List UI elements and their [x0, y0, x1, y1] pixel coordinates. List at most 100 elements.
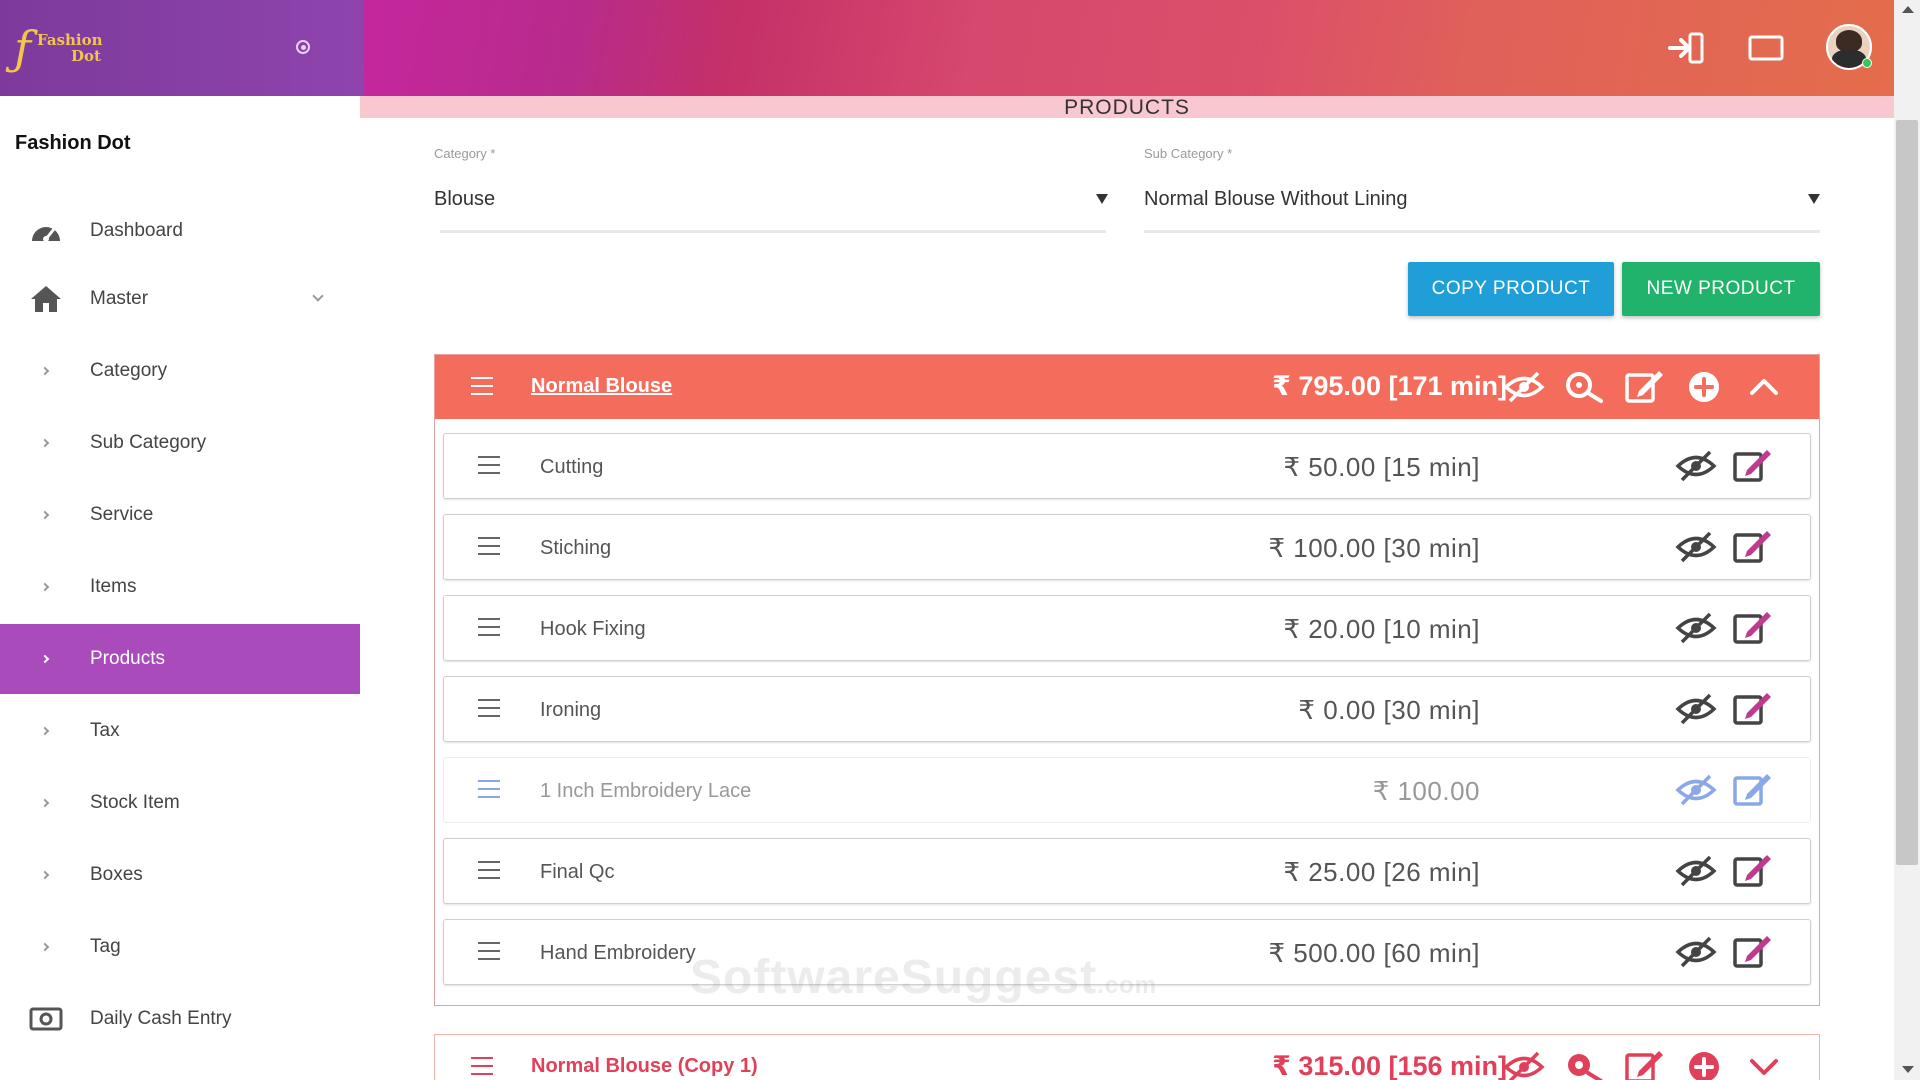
service-name: Hand Embroidery	[540, 942, 696, 964]
service-actions	[1674, 770, 1774, 810]
sidebar-item-label: Stock Item	[90, 792, 180, 813]
eye-off-icon[interactable]	[1501, 1047, 1547, 1080]
sub-category-value: Normal Blouse Without Lining	[1144, 188, 1408, 210]
service-row[interactable]: Cutting ₹ 50.00 [15 min]	[443, 433, 1811, 499]
category-select[interactable]: Category * Blouse	[360, 146, 1120, 234]
sidebar-item-products[interactable]: Products	[0, 624, 360, 694]
drag-handle-icon[interactable]	[471, 1057, 493, 1075]
sidebar-item-label: Sub Category	[90, 432, 207, 453]
drag-handle-icon[interactable]	[478, 537, 500, 555]
sub-category-underline	[1144, 230, 1820, 233]
drag-handle-icon[interactable]	[478, 618, 500, 636]
product-header[interactable]: Normal Blouse ₹ 795.00 [171 min]	[435, 355, 1819, 419]
service-actions	[1674, 932, 1774, 972]
edit-icon[interactable]	[1730, 770, 1774, 810]
edit-icon[interactable]	[1730, 608, 1774, 648]
edit-icon[interactable]	[1730, 932, 1774, 972]
sidebar-item-boxes[interactable]: Boxes	[0, 840, 360, 910]
add-circle-icon[interactable]	[1681, 1047, 1727, 1080]
scroll-up-arrow-icon[interactable]	[1902, 6, 1914, 13]
bullet-icon	[40, 726, 50, 736]
sidebar-item-sub-category[interactable]: Sub Category	[0, 408, 360, 478]
edit-icon[interactable]	[1730, 689, 1774, 729]
chevron-down-icon[interactable]	[312, 290, 324, 302]
eye-off-icon[interactable]	[1674, 851, 1718, 891]
sidebar-item-dashboard[interactable]: Dashboard	[0, 196, 360, 266]
sidebar-item-items[interactable]: Items	[0, 552, 360, 622]
drag-handle-icon[interactable]	[478, 699, 500, 717]
product-price: ₹ 315.00 [156 min]	[1272, 1051, 1507, 1080]
eye-off-icon[interactable]	[1674, 770, 1718, 810]
sidebar-item-daily-cash-entry[interactable]: Daily Cash Entry	[0, 984, 360, 1054]
service-row[interactable]: 1 Inch Embroidery Lace ₹ 100.00	[443, 757, 1811, 823]
edit-icon[interactable]	[1730, 527, 1774, 567]
service-price: ₹ 25.00 [26 min]	[1283, 857, 1480, 887]
product-price: ₹ 795.00 [171 min]	[1272, 371, 1507, 401]
edit-icon[interactable]	[1730, 851, 1774, 891]
service-name: Ironing	[540, 699, 602, 721]
product-name[interactable]: Normal Blouse	[531, 375, 672, 398]
edit-icon[interactable]	[1730, 446, 1774, 486]
sidebar-item-master[interactable]: Master	[0, 264, 360, 334]
service-name: Cutting	[540, 456, 604, 478]
app-logo[interactable]: ƒ Fashion Dot	[14, 19, 140, 77]
dropdown-arrow-icon[interactable]	[1808, 194, 1820, 204]
service-row[interactable]: Ironing ₹ 0.00 [30 min]	[443, 676, 1811, 742]
drag-handle-icon[interactable]	[478, 456, 500, 474]
drag-handle-icon[interactable]	[478, 861, 500, 879]
search-icon[interactable]	[1561, 367, 1607, 407]
drag-handle-icon[interactable]	[471, 377, 493, 395]
scrollbar-thumb[interactable]	[1896, 120, 1918, 865]
eye-off-icon[interactable]	[1674, 608, 1718, 648]
sub-category-select[interactable]: Sub Category * Normal Blouse Without Lin…	[1070, 146, 1830, 234]
eye-off-icon[interactable]	[1674, 932, 1718, 972]
fullscreen-icon[interactable]	[1744, 26, 1788, 70]
scroll-down-arrow-icon[interactable]	[1902, 1066, 1914, 1073]
chevron-up-icon[interactable]	[1741, 367, 1787, 407]
service-price: ₹ 20.00 [10 min]	[1283, 614, 1480, 644]
sidebar-toggle-icon[interactable]	[296, 40, 310, 54]
copy-product-button[interactable]: COPY PRODUCT	[1408, 262, 1614, 316]
service-actions	[1674, 608, 1774, 648]
service-row[interactable]: Hook Fixing ₹ 20.00 [10 min]	[443, 595, 1811, 661]
sidebar-item-category[interactable]: Category	[0, 336, 360, 406]
online-status-dot	[1862, 58, 1872, 68]
service-row[interactable]: Final Qc ₹ 25.00 [26 min]	[443, 838, 1811, 904]
product-name[interactable]: Normal Blouse (Copy 1)	[531, 1055, 758, 1078]
sidebar-item-tag[interactable]: Tag	[0, 912, 360, 982]
watermark-suffix: .com	[1097, 972, 1158, 999]
home-icon	[28, 284, 64, 314]
sub-category-label: Sub Category *	[1144, 146, 1233, 161]
product-header[interactable]: Normal Blouse (Copy 1) ₹ 315.00 [156 min…	[435, 1035, 1819, 1080]
sidebar-item-label: Items	[90, 576, 137, 597]
service-list: Cutting ₹ 50.00 [15 min] Stiching ₹ 100.…	[435, 419, 1819, 1005]
sidebar-item-label: Boxes	[90, 864, 143, 885]
sidebar-item-label: Category	[90, 360, 168, 381]
drag-handle-icon[interactable]	[478, 942, 500, 960]
sidebar-item-tax[interactable]: Tax	[0, 696, 360, 766]
search-icon[interactable]	[1561, 1047, 1607, 1080]
chevron-down-icon[interactable]	[1741, 1047, 1787, 1080]
edit-icon[interactable]	[1621, 1047, 1667, 1080]
bullet-icon	[40, 798, 50, 808]
page-title: PRODUCTS	[1064, 96, 1190, 119]
sidebar-item-service[interactable]: Service	[0, 480, 360, 550]
bullet-icon	[40, 654, 50, 664]
edit-icon[interactable]	[1621, 367, 1667, 407]
new-product-button[interactable]: NEW PRODUCT	[1622, 262, 1820, 316]
drag-handle-icon[interactable]	[478, 780, 500, 798]
bullet-icon	[40, 366, 50, 376]
category-label: Category *	[434, 146, 496, 161]
add-circle-icon[interactable]	[1681, 367, 1727, 407]
eye-off-icon[interactable]	[1674, 446, 1718, 486]
sign-in-icon[interactable]	[1664, 26, 1708, 70]
product-actions	[1501, 1047, 1787, 1080]
service-row[interactable]: Stiching ₹ 100.00 [30 min]	[443, 514, 1811, 580]
eye-off-icon[interactable]	[1674, 689, 1718, 729]
eye-off-icon[interactable]	[1501, 367, 1547, 407]
sidebar-item-stock-item[interactable]: Stock Item	[0, 768, 360, 838]
eye-off-icon[interactable]	[1674, 527, 1718, 567]
service-price: ₹ 100.00	[1372, 776, 1480, 806]
watermark: SoftwareSuggest.com	[690, 950, 1157, 1005]
sidebar-header: ƒ Fashion Dot	[0, 0, 364, 96]
